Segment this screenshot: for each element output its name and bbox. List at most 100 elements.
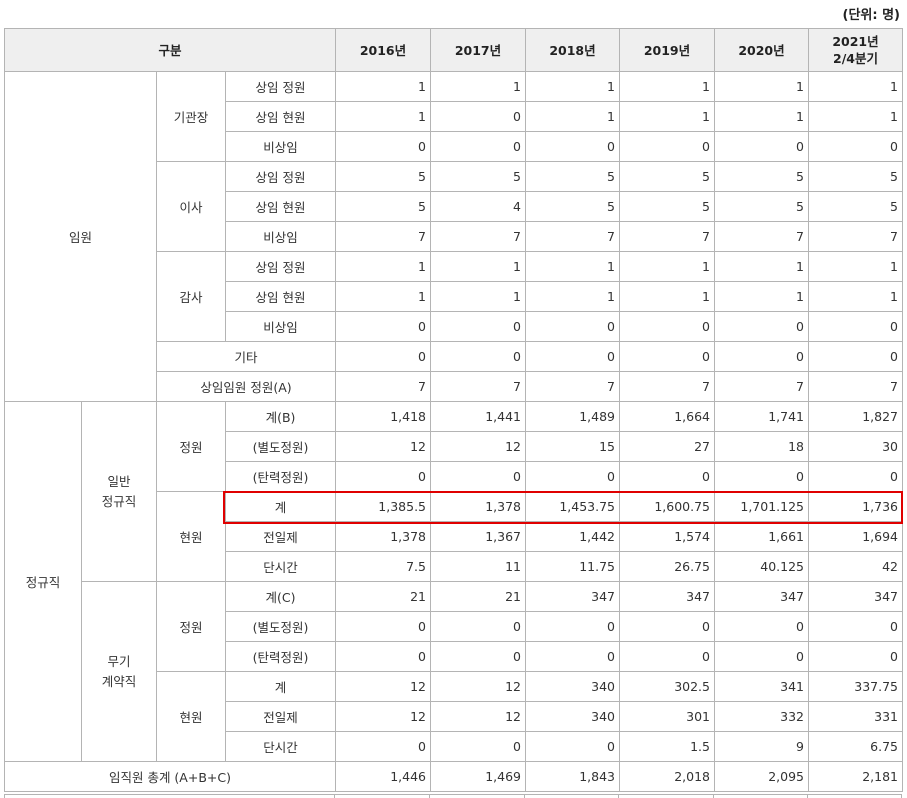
value-cell: 12 [335,671,431,702]
value-cell: 0 [525,461,620,492]
value-cell: 0 [619,341,715,372]
value-cell: 0 [714,641,809,672]
value-cell: 27 [619,431,715,462]
value-cell: 1,843 [525,761,620,792]
section-current: 현원 [156,671,226,762]
value-cell: 1,378 [430,491,526,522]
value-cell: 40.125 [714,551,809,582]
value-cell: 5 [335,191,431,222]
value-cell: 1 [714,281,809,312]
value-cell: 1 [619,101,715,132]
value-cell: 0 [525,311,620,342]
header-year: 2018년 [525,28,620,72]
value-cell: 0 [430,461,526,492]
value-cell: 347 [619,581,715,612]
value-cell: 7 [430,221,526,252]
value-cell: 7 [430,371,526,402]
value-cell: 5 [525,191,620,222]
value-cell: 1 [525,71,620,102]
value-cell: 5 [430,161,526,192]
row-label: (탄력정원) [225,641,336,672]
header-category: 구분 [4,28,336,72]
value-cell: 0 [525,131,620,162]
value-cell: 7 [619,371,715,402]
value-cell: 0 [335,131,431,162]
value-cell: 0 [525,641,620,672]
value-cell: 7 [808,221,903,252]
value-cell: 0 [714,341,809,372]
row-label-grand-total: 임직원 총계 (A+B+C) [4,761,336,792]
value-cell: 12 [430,431,526,462]
value-cell: 1,453.75 [525,491,620,522]
value-cell: 1,418 [335,401,431,432]
value-cell: 7 [525,221,620,252]
section-quota: 정원 [156,401,226,492]
value-cell: 1 [525,101,620,132]
value-cell: 9 [714,731,809,762]
value-cell: 0 [619,461,715,492]
value-cell: 1,446 [335,761,431,792]
value-cell: 1,827 [808,401,903,432]
value-cell: 1 [808,281,903,312]
value-cell: 347 [714,581,809,612]
row-label: 비상임 [225,221,336,252]
value-cell: 1,441 [430,401,526,432]
value-cell: 1,442 [525,521,620,552]
value-cell: 5 [808,161,903,192]
value-cell: 0 [430,341,526,372]
value-cell: 332 [714,701,809,732]
header-year: 2019년 [619,28,715,72]
value-cell: 1,741 [714,401,809,432]
value-cell: 1,694 [808,521,903,552]
value-cell: 1,367 [430,521,526,552]
header-row: 구분 2016년 2017년 2018년 2019년 2020년 2021년 2… [4,28,903,72]
row-label: (별도정원) [225,611,336,642]
value-cell: 15 [525,431,620,462]
section-quota: 정원 [156,581,226,672]
value-cell: 1 [619,281,715,312]
subgroup-indefinite-contract: 무기 계약직 [81,581,157,762]
header-year: 2021년 2/4분기 [808,28,903,72]
value-cell: 0 [714,461,809,492]
value-cell: 7 [335,371,431,402]
row-label: 상임 정원 [225,71,336,102]
value-cell: 0 [430,101,526,132]
value-cell: 5 [619,191,715,222]
value-cell: 7 [525,371,620,402]
group-regular: 정규직 [4,401,82,762]
value-cell: 1 [335,251,431,282]
value-cell: 0 [430,611,526,642]
value-cell: 0 [430,131,526,162]
value-cell: 340 [525,671,620,702]
row-label: 전일제 [225,701,336,732]
value-cell: 2,018 [619,761,715,792]
value-cell: 0 [714,131,809,162]
row-label: (탄력정원) [225,461,336,492]
value-cell: 1,701.125 [714,491,809,522]
value-cell: 0 [808,311,903,342]
value-cell: 1 [808,71,903,102]
value-cell: 0 [430,311,526,342]
value-cell: 0 [808,131,903,162]
value-cell: 0 [714,611,809,642]
value-cell: 0 [335,311,431,342]
row-label-other: 기타 [156,341,336,372]
unit-label: (단위: 명) [842,8,901,23]
value-cell: 7 [335,221,431,252]
value-cell: 1,574 [619,521,715,552]
row-label: 계 [225,491,336,522]
value-cell: 337.75 [808,671,903,702]
value-cell: 12 [335,431,431,462]
value-cell: 0 [335,641,431,672]
value-cell: 1 [808,251,903,282]
value-cell: 1 [335,101,431,132]
table-row: 임직원 총계 (A+B+C) 1,446 1,469 1,843 2,018 2,095 2… [4,761,903,792]
row-label: (별도정원) [225,431,336,462]
value-cell: 1 [525,251,620,282]
value-cell: 340 [525,701,620,732]
row-label: 계(B) [225,401,336,432]
staff-table: 구분 2016년 2017년 2018년 2019년 2020년 2021년 2… [4,28,903,792]
value-cell: 12 [335,701,431,732]
value-cell: 1 [430,71,526,102]
row-label: 단시간 [225,551,336,582]
